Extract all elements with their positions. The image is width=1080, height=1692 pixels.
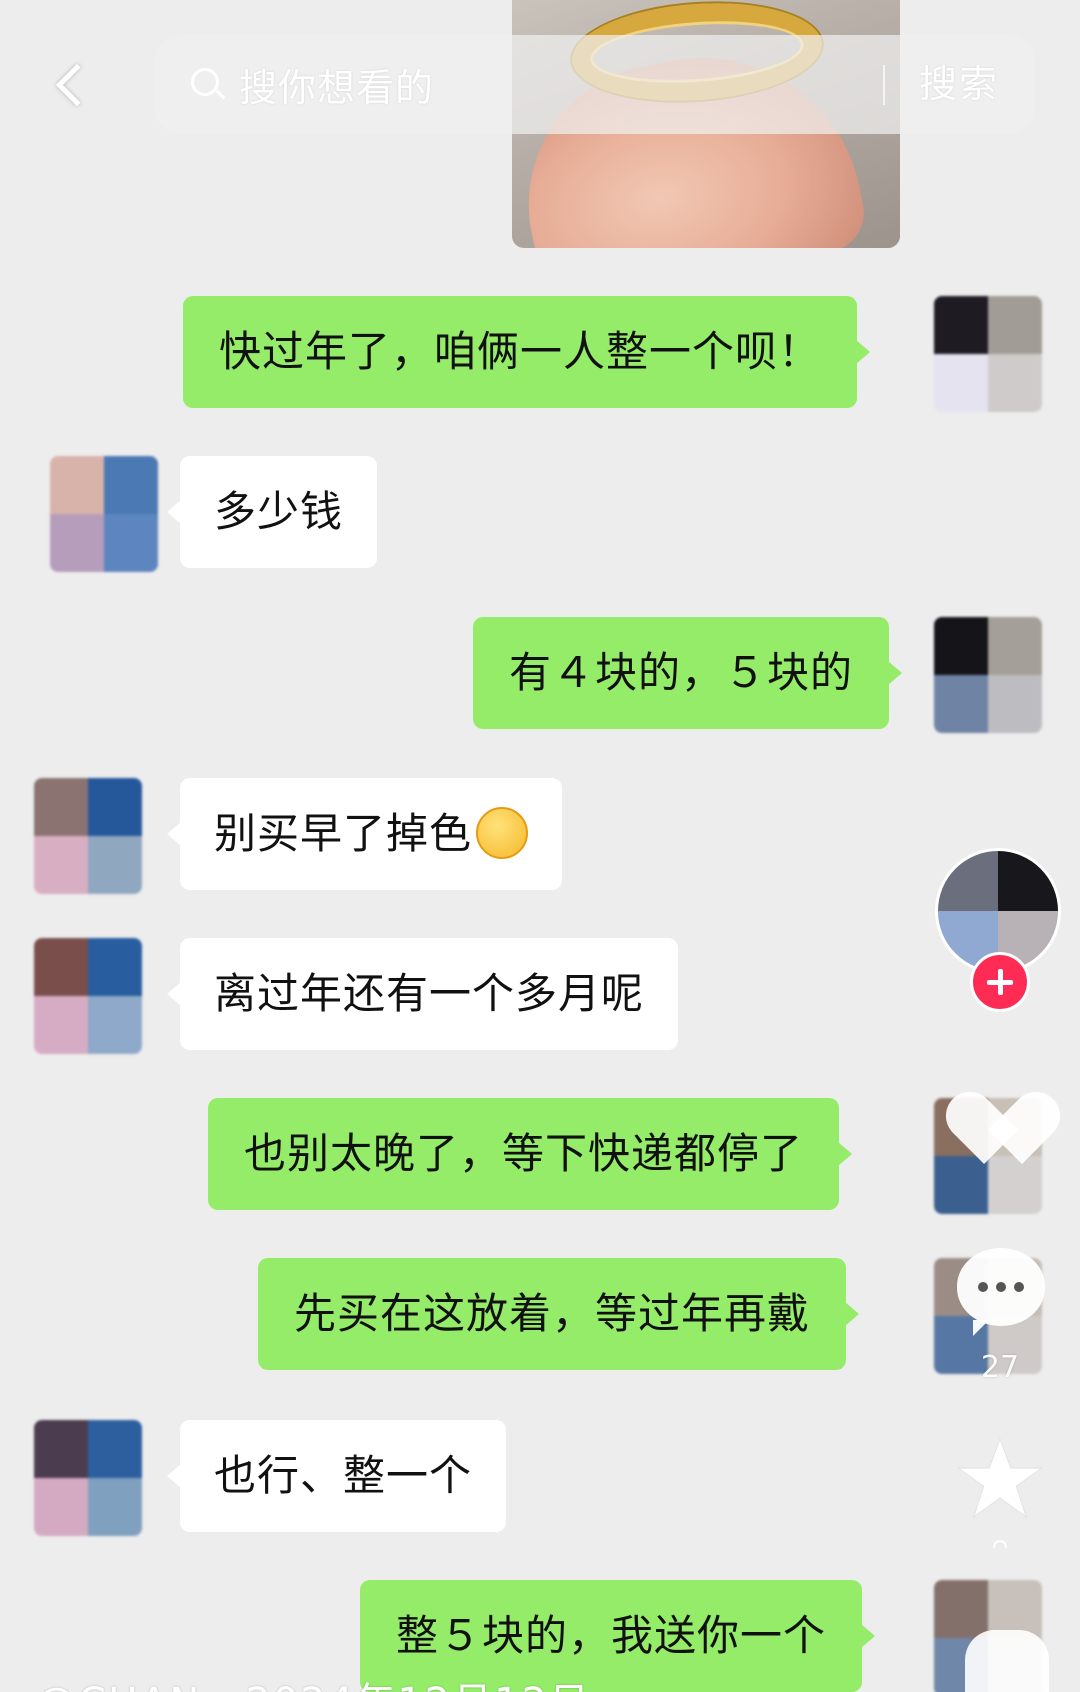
share-icon[interactable] [965,1630,1049,1692]
back-button[interactable] [40,50,100,120]
search-placeholder[interactable]: 搜你想看的 [239,57,434,112]
search-bar[interactable]: 搜你想看的 搜索 [155,35,1035,134]
incoming-message-bubble[interactable]: 也行、整一个 [166,1420,507,1532]
message-text: 别买早了掉色 [214,809,473,858]
comment-count: 27 [980,1350,1020,1385]
search-header: 搜你想看的 搜索 [0,30,1080,140]
contact-avatar[interactable] [34,778,142,894]
my-avatar[interactable] [934,296,1042,412]
outgoing-message-bubble[interactable]: 也别太晚了，等下快递都停了 [208,1098,853,1210]
facepalm-emoji [476,806,529,859]
favorite-star-icon[interactable] [955,1434,1045,1524]
chat-screen: 搜你想看的 搜索 快过年了，咱俩一人整一个呗！ 多少钱 有４块的，５块的 别买早… [0,0,1080,1692]
outgoing-message-bubble[interactable]: 先买在这放着，等过年再戴 [258,1258,860,1370]
incoming-message-bubble[interactable]: 离过年还有一个多月呢 [166,938,679,1050]
search-icon [191,67,226,102]
search-button[interactable]: 搜索 [919,35,999,134]
contact-avatar[interactable] [50,456,158,572]
search-divider [883,65,885,105]
author-caption[interactable]: @CHAN · 2024年12月12日 [36,1670,591,1692]
favorite-count-indicator [993,1540,1007,1548]
outgoing-message-bubble[interactable]: 快过年了，咱俩一人整一个呗！ [183,296,871,408]
comment-icon[interactable] [957,1248,1045,1336]
incoming-message-bubble[interactable]: 多少钱 [166,456,378,568]
like-heart-icon[interactable] [935,1062,1071,1164]
outgoing-message-bubble[interactable]: 有４块的，５块的 [473,617,903,729]
my-avatar[interactable] [934,617,1042,733]
contact-avatar[interactable] [34,938,142,1054]
incoming-message-bubble[interactable]: 别买早了掉色 [166,778,563,890]
contact-avatar[interactable] [34,1420,142,1536]
back-icon [55,63,99,107]
follow-button[interactable] [970,952,1030,1012]
